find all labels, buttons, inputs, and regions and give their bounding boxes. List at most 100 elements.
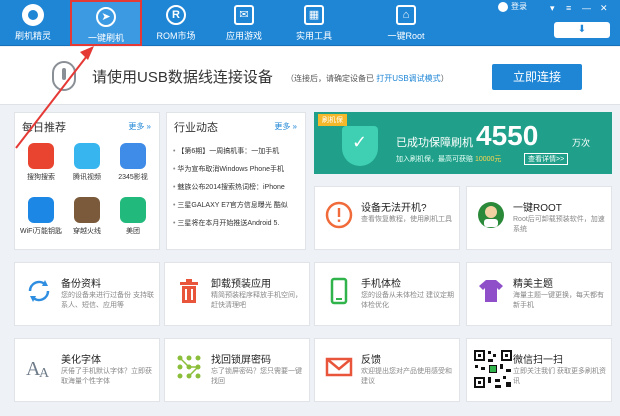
industry-news-panel: 行业动态 更多 【第6期】一周搞机事：一加手机 华为宣布取消Windows Ph… — [166, 112, 306, 250]
connect-hint-text: （连接后，请确定设备已 — [286, 74, 377, 83]
download-manager-button[interactable]: ⬇ — [554, 22, 610, 38]
sogou-search-icon — [28, 143, 54, 169]
login-button[interactable]: 登录 — [498, 1, 527, 12]
feature-title: 备份资料 — [61, 279, 101, 290]
tab-rom-market[interactable]: R ROM市场 — [140, 0, 212, 46]
flash-count-unit: 万次 — [572, 138, 591, 148]
feature-recover-lock-password[interactable]: 找回锁屏密码 忘了锁屏密码？您只需要一键找回 — [164, 338, 310, 402]
app-window: 刷机精灵 ➤ 一键刷机 R ROM市场 ✉ 应用游戏 ▦ 实用工具 ⌂ 一键Ro… — [0, 0, 620, 416]
panel-title: 行业动态 — [174, 122, 218, 134]
banner-details-link[interactable]: 查看详情>> — [524, 153, 569, 165]
tab-tools[interactable]: ▦ 实用工具 — [278, 0, 350, 46]
connect-prompt: 请使用USB数据线连接设备 — [92, 69, 273, 86]
feature-feedback[interactable]: 反馈 欢迎提出您对产品使用感受和建议 — [314, 338, 460, 402]
feature-uninstall-preinstalled[interactable]: 卸载预装应用 精简预装程序释放手机空间，赶快清理吧 — [164, 262, 310, 326]
tab-one-click-flash[interactable]: ➤ 一键刷机 — [70, 0, 142, 46]
app-label: 2345影视 — [118, 174, 148, 181]
app-item[interactable]: 美团 — [111, 197, 155, 236]
app-label: 穿越火线 — [73, 228, 101, 235]
banner-amount: 10000元 — [474, 156, 502, 163]
wifi-key-icon — [28, 197, 54, 223]
app-item[interactable]: WiFi万能钥匙 — [19, 197, 63, 236]
feature-fonts[interactable]: AA 美化字体 厌倦了手机默认字体？立即获取海量个性字体 — [14, 338, 160, 402]
meituan-icon — [120, 197, 146, 223]
app-logo: 刷机精灵 — [4, 2, 62, 44]
more-link[interactable]: 更多 — [128, 121, 151, 132]
more-link[interactable]: 更多 — [274, 121, 297, 132]
usb-phone-icon — [52, 61, 76, 91]
feature-title: 微信扫一扫 — [513, 355, 563, 366]
app-item[interactable]: 穿越火线 — [65, 197, 109, 236]
menu-icon[interactable]: ≡ — [566, 3, 571, 13]
alert-icon — [325, 201, 353, 229]
connect-hint-end: ） — [440, 74, 449, 83]
feature-title: 美化字体 — [61, 355, 101, 366]
feature-themes[interactable]: 精美主题 海量主题一键更换，每天都有新手机 — [466, 262, 612, 326]
feature-title: 设备无法开机? — [361, 203, 427, 214]
feature-desc: 您的设备来进行过备份 支持联系人、短信、应用等 — [61, 292, 154, 309]
tab-label: 一键Root — [387, 31, 425, 41]
app-label: WiFi万能钥匙 — [20, 228, 62, 235]
news-item[interactable]: 三星GALAXY E7官方信息曝光 酷似 — [173, 197, 297, 215]
crossfire-game-icon — [74, 197, 100, 223]
tab-label: ROM市场 — [156, 31, 196, 41]
feature-desc: 精简预装程序释放手机空间，赶快清理吧 — [211, 292, 302, 309]
banner-subtext: 加入刷机保，最高可获赔 10000元 — [396, 154, 501, 164]
news-item[interactable]: 【第6期】一周搞机事：一加手机 — [173, 143, 297, 161]
tab-apps-games[interactable]: ✉ 应用游戏 — [208, 0, 280, 46]
app-item[interactable]: 腾讯视频 — [65, 143, 109, 182]
feature-cannot-boot[interactable]: 设备无法开机? 查看恢复教程，使用刷机工具 — [314, 186, 460, 250]
feature-title: 找回锁屏密码 — [211, 355, 271, 366]
qr-code-icon — [473, 349, 513, 389]
root-icon: ⌂ — [396, 5, 416, 25]
tab-one-click-root[interactable]: ⌂ 一键Root — [370, 0, 442, 46]
news-list: 【第6期】一周搞机事：一加手机 华为宣布取消Windows Phone手机 魅族… — [173, 143, 297, 233]
skin-icon[interactable]: ▾ — [550, 3, 555, 14]
app-item[interactable]: 搜狗搜索 — [19, 143, 63, 182]
shirt-icon — [479, 280, 503, 302]
panel-title: 每日推荐 — [22, 122, 66, 134]
shield-logo-icon — [22, 4, 44, 26]
feature-one-click-root[interactable]: 一键ROOT Root后可卸载预装软件，加速系统 — [466, 186, 612, 250]
flash-insurance-banner[interactable]: 刷机保 已成功保障刷机 4550 万次 加入刷机保，最高可获赔 10000元 查… — [314, 112, 612, 174]
connect-hint: （连接后，请确定设备已 打开USB调试模式） — [286, 73, 449, 84]
trash-icon — [180, 279, 198, 303]
usb-debug-link[interactable]: 打开USB调试模式 — [376, 74, 440, 83]
news-item[interactable]: 魅族公布2014搜索热词榜：iPhone — [173, 179, 297, 197]
news-item[interactable]: 三星将在本月开始推送Android 5. — [173, 215, 297, 233]
feature-backup[interactable]: 备份资料 您的设备来进行过备份 支持联系人、短信、应用等 — [14, 262, 160, 326]
banner-tag: 刷机保 — [318, 114, 347, 126]
tab-label: 实用工具 — [295, 31, 332, 41]
download-icon: ⬇ — [577, 24, 587, 35]
mail-icon: ✉ — [234, 5, 254, 25]
top-nav-bar: 刷机精灵 ➤ 一键刷机 R ROM市场 ✉ 应用游戏 ▦ 实用工具 ⌂ 一键Ro… — [0, 0, 620, 46]
connect-device-bar: 请使用USB数据线连接设备 （连接后，请确定设备已 打开USB调试模式） 立即连… — [0, 47, 620, 105]
feature-desc: 立即关注我们 获取更多刷机资讯 — [513, 368, 606, 385]
rom-icon: R — [166, 5, 186, 25]
tab-label: 应用游戏 — [225, 31, 262, 41]
feature-desc: 查看恢复教程，使用刷机工具 — [361, 216, 452, 223]
tools-grid-icon: ▦ — [304, 5, 324, 25]
minimize-icon[interactable]: — — [582, 3, 591, 13]
font-icon: AA — [26, 358, 50, 381]
feature-wechat-scan[interactable]: 微信扫一扫 立即关注我们 获取更多刷机资讯 — [466, 338, 612, 402]
svg-text:A: A — [39, 366, 50, 381]
sync-icon — [28, 280, 50, 302]
feature-title: 一键ROOT — [513, 203, 562, 214]
close-icon[interactable]: ✕ — [600, 3, 608, 14]
feature-title: 卸载预装应用 — [211, 279, 271, 290]
feature-title: 反馈 — [361, 355, 381, 366]
app-label: 美团 — [126, 228, 140, 235]
app-item[interactable]: 2345影视 — [111, 143, 155, 182]
feature-desc: 海量主题一键更换，每天都有新手机 — [513, 292, 604, 309]
banner-subtext-a: 加入刷机保，最高可获赔 — [396, 156, 475, 163]
login-label: 登录 — [511, 2, 527, 11]
feature-phone-check[interactable]: 手机体检 您的设备从未体检过 建议定期体检优化 — [314, 262, 460, 326]
envelope-icon — [325, 357, 353, 377]
app-name: 刷机精灵 — [14, 31, 51, 41]
banner-label: 已成功保障刷机 — [396, 137, 473, 149]
news-item[interactable]: 华为宣布取消Windows Phone手机 — [173, 161, 297, 179]
app-label: 腾讯视频 — [73, 174, 101, 181]
2345-video-icon — [120, 143, 146, 169]
connect-now-button[interactable]: 立即连接 — [492, 64, 582, 90]
